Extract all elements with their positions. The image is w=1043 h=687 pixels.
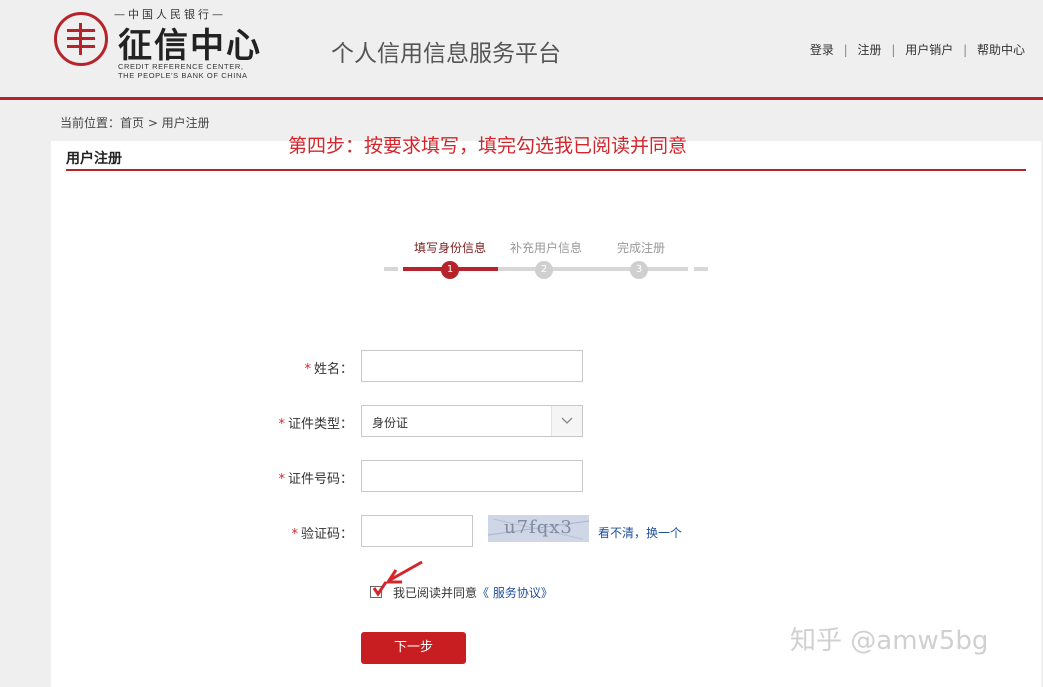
nav-separator: | bbox=[843, 43, 848, 57]
service-agreement-link[interactable]: 《 服务协议》 bbox=[477, 586, 553, 600]
captcha-input[interactable] bbox=[361, 515, 473, 547]
step-number-2: 2 bbox=[535, 261, 553, 279]
step-label-1: 填写身份信息 bbox=[414, 241, 487, 255]
step-track-right-cap bbox=[694, 267, 708, 271]
logo-english: CREDIT REFERENCE CENTER, THE PEOPLE'S BA… bbox=[118, 62, 248, 80]
logo-title: 征信中心 bbox=[118, 26, 262, 66]
nav-separator: | bbox=[891, 43, 896, 57]
name-label-text: 姓名： bbox=[313, 362, 353, 377]
nav-deactivate[interactable]: 用户销户 bbox=[905, 43, 953, 57]
platform-title: 个人信用信息服务平台 bbox=[331, 41, 561, 67]
page-title: 用户注册 bbox=[66, 151, 122, 167]
logo-english-line-1: CREDIT REFERENCE CENTER, bbox=[118, 62, 244, 71]
captcha-text: u7fqx3 bbox=[504, 517, 573, 538]
name-label: * 姓名： bbox=[233, 358, 353, 377]
id-number-label: * 证件号码： bbox=[233, 468, 353, 487]
id-type-label: * 证件类型： bbox=[233, 413, 353, 432]
step-number-1: 1 bbox=[441, 261, 459, 279]
credit-center-logo-icon bbox=[54, 12, 108, 66]
name-input[interactable] bbox=[361, 350, 583, 382]
step-number-3: 3 bbox=[630, 261, 648, 279]
logo-english-line-2: THE PEOPLE'S BANK OF CHINA bbox=[118, 71, 248, 80]
title-divider bbox=[66, 169, 1026, 171]
step-track-left-cap bbox=[384, 267, 398, 271]
breadcrumb: 当前位置：首页 > 用户注册 bbox=[60, 116, 210, 130]
required-mark: * bbox=[278, 472, 285, 487]
next-step-button[interactable]: 下一步 bbox=[361, 632, 466, 664]
step-label-3: 完成注册 bbox=[617, 241, 666, 255]
id-number-input[interactable] bbox=[361, 460, 583, 492]
nav-login[interactable]: 登录 bbox=[810, 43, 834, 57]
top-nav: 登录 | 注册 | 用户销户 | 帮助中心 bbox=[810, 41, 1025, 58]
step-annotation: 第四步：按要求填写，填完勾选我已阅读并同意 bbox=[288, 135, 688, 157]
agree-label: 我已阅读并同意《 服务协议》 bbox=[393, 584, 553, 601]
zhihu-watermark: 知乎 @amw5bg bbox=[790, 626, 989, 656]
captcha-image[interactable]: u7fqx3 bbox=[488, 515, 589, 542]
header-divider bbox=[0, 97, 1043, 100]
required-mark: * bbox=[304, 362, 311, 377]
nav-help[interactable]: 帮助中心 bbox=[977, 43, 1025, 57]
required-mark: * bbox=[278, 417, 285, 432]
id-type-select[interactable]: 身份证 bbox=[361, 405, 583, 437]
captcha-label: * 验证码： bbox=[233, 523, 353, 542]
id-type-value: 身份证 bbox=[372, 416, 409, 430]
chevron-down-icon bbox=[551, 406, 582, 436]
id-type-label-text: 证件类型： bbox=[287, 417, 353, 432]
id-number-label-text: 证件号码： bbox=[287, 472, 353, 487]
step-label-2: 补充用户信息 bbox=[510, 241, 583, 255]
site-header: —中国人民银行— 征信中心 CREDIT REFERENCE CENTER, T… bbox=[0, 0, 1043, 97]
required-mark: * bbox=[291, 527, 298, 542]
nav-separator: | bbox=[963, 43, 968, 57]
captcha-label-text: 验证码： bbox=[300, 527, 353, 542]
agree-text: 我已阅读并同意 bbox=[393, 586, 478, 600]
nav-register[interactable]: 注册 bbox=[858, 43, 882, 57]
refresh-captcha-link[interactable]: 看不清，换一个 bbox=[598, 524, 682, 541]
